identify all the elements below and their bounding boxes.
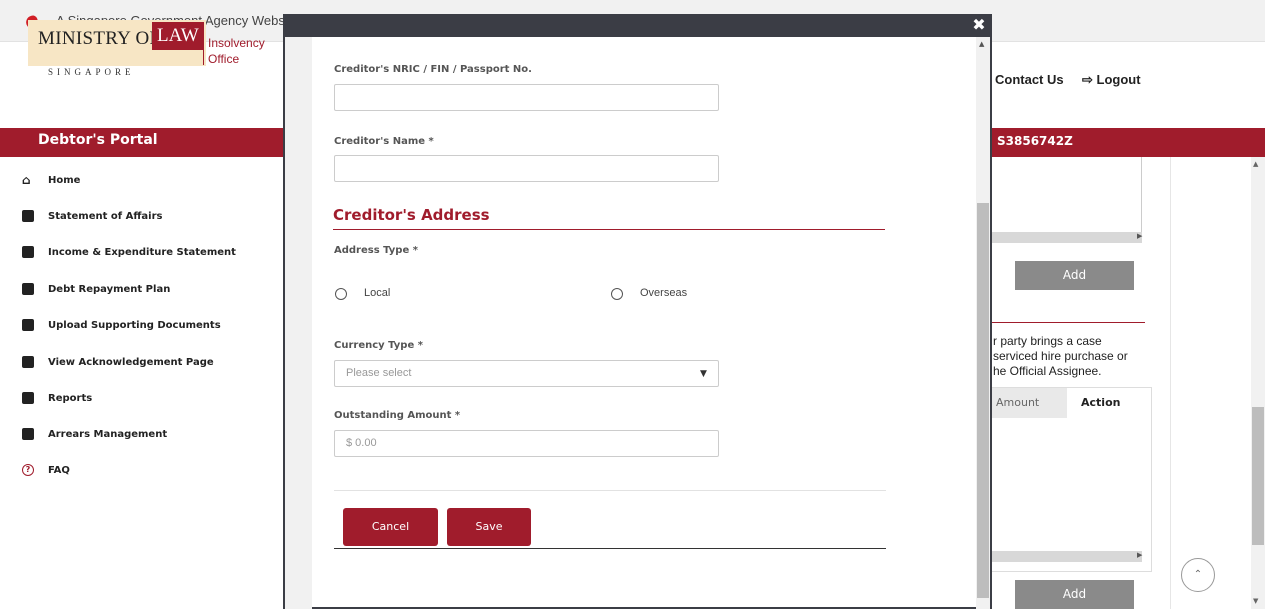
address-type-label: Address Type * [334, 245, 418, 256]
logo-divider [203, 23, 204, 65]
portal-title: Debtor's Portal [38, 132, 158, 148]
logo-unit-line1: Insolvency [208, 36, 265, 50]
logo-ministry-text: MINISTRY OF [38, 28, 161, 49]
sidebar-item-statement-of-affairs[interactable]: Statement of Affairs [22, 205, 162, 227]
back-to-top-button[interactable]: ⌃ [1181, 558, 1215, 592]
sidebar-item-label: Reports [48, 392, 93, 404]
sidebar-item-income-expenditure[interactable]: Income & Expenditure Statement [22, 241, 236, 263]
reports-icon [22, 392, 34, 404]
column-divider [1170, 157, 1171, 609]
cancel-button[interactable]: Cancel [343, 508, 438, 546]
address-section-title: Creditor's Address [333, 206, 490, 224]
plan-icon [22, 283, 34, 295]
creditor-table-1 [992, 157, 1142, 242]
amount-input[interactable]: $ 0.00 [334, 430, 719, 457]
name-label: Creditor's Name * [334, 136, 434, 147]
logo-law-text: LAW [152, 22, 204, 50]
form-bottom-divider [334, 548, 886, 549]
sidebar-item-reports[interactable]: Reports [22, 387, 92, 409]
column-header-amount: Amount [992, 388, 1067, 418]
case-text-line: serviced hire purchase or [993, 349, 1128, 363]
nric-label: Creditor's NRIC / FIN / Passport No. [334, 64, 532, 75]
sidebar-item-label: Statement of Affairs [48, 210, 163, 222]
section-divider [333, 229, 885, 230]
scroll-down-icon[interactable]: ▼ [1253, 597, 1258, 605]
logo-unit-line2: Office [208, 52, 240, 66]
form-divider [334, 490, 886, 491]
user-id: S3856742Z [997, 134, 1073, 148]
add-button[interactable]: Add [1015, 580, 1134, 609]
nric-input[interactable] [334, 84, 719, 111]
currency-label: Currency Type * [334, 340, 423, 351]
scroll-right-icon[interactable]: ▶ [1137, 551, 1142, 559]
logout-link[interactable]: ⇨ Logout [1082, 72, 1141, 88]
horizontal-scrollbar[interactable] [992, 232, 1142, 243]
sidebar-item-faq[interactable]: ? FAQ [22, 459, 70, 481]
column-header-action: Action [1067, 388, 1151, 418]
scroll-up-icon[interactable]: ▲ [979, 40, 984, 48]
sidebar-item-arrears[interactable]: Arrears Management [22, 423, 167, 445]
statement-icon [22, 246, 34, 258]
case-text-line: r party brings a case [993, 334, 1102, 348]
sidebar-item-label: Home [48, 174, 81, 186]
chevron-up-icon: ⌃ [1193, 569, 1203, 580]
scroll-right-icon[interactable]: ▶ [1137, 232, 1142, 240]
close-icon[interactable]: ✖ [970, 16, 988, 34]
caret-down-icon[interactable]: ▼ [700, 369, 707, 379]
page-scrollbar-thumb[interactable] [1252, 407, 1264, 545]
currency-select[interactable]: Please select [334, 360, 719, 387]
sidebar-item-home[interactable]: ⌂ Home [22, 169, 80, 191]
modal-scrollbar-thumb[interactable] [977, 203, 989, 598]
sidebar-item-acknowledgement[interactable]: View Acknowledgement Page [22, 351, 214, 373]
sidebar-item-label: FAQ [48, 464, 70, 476]
sidebar-item-label: Arrears Management [48, 428, 168, 440]
case-description: r party brings a case serviced hire purc… [993, 334, 1153, 379]
sidebar-item-label: Income & Expenditure Statement [48, 246, 236, 258]
contact-us-link[interactable]: Contact Us [995, 72, 1064, 87]
modal-gutter [285, 37, 312, 609]
logo-country: SINGAPORE [48, 67, 135, 77]
scroll-up-icon[interactable]: ▲ [1253, 160, 1258, 168]
upload-icon [22, 319, 34, 331]
document-icon [22, 210, 34, 222]
radio-local[interactable] [335, 288, 347, 300]
horizontal-scrollbar[interactable] [992, 551, 1142, 562]
sidebar-item-label: View Acknowledgement Page [48, 356, 214, 368]
amount-label: Outstanding Amount * [334, 410, 461, 421]
sidebar-item-label: Debt Repayment Plan [48, 283, 171, 295]
save-button[interactable]: Save [447, 508, 531, 546]
section-divider [992, 322, 1145, 323]
case-text-line: he Official Assignee. [993, 364, 1102, 378]
sidebar-item-label: Upload Supporting Documents [48, 319, 221, 331]
sidebar-item-debt-repayment[interactable]: Debt Repayment Plan [22, 278, 170, 300]
sidebar-item-upload[interactable]: Upload Supporting Documents [22, 314, 221, 336]
faq-icon: ? [22, 464, 34, 476]
acknowledgement-icon [22, 356, 34, 368]
modal-titlebar [283, 14, 992, 37]
arrears-icon [22, 428, 34, 440]
home-icon: ⌂ [22, 173, 31, 187]
radio-overseas[interactable] [611, 288, 623, 300]
name-input[interactable] [334, 155, 719, 182]
add-button[interactable]: Add [1015, 261, 1134, 290]
radio-local-label[interactable]: Local [364, 287, 390, 299]
radio-overseas-label[interactable]: Overseas [640, 287, 687, 299]
